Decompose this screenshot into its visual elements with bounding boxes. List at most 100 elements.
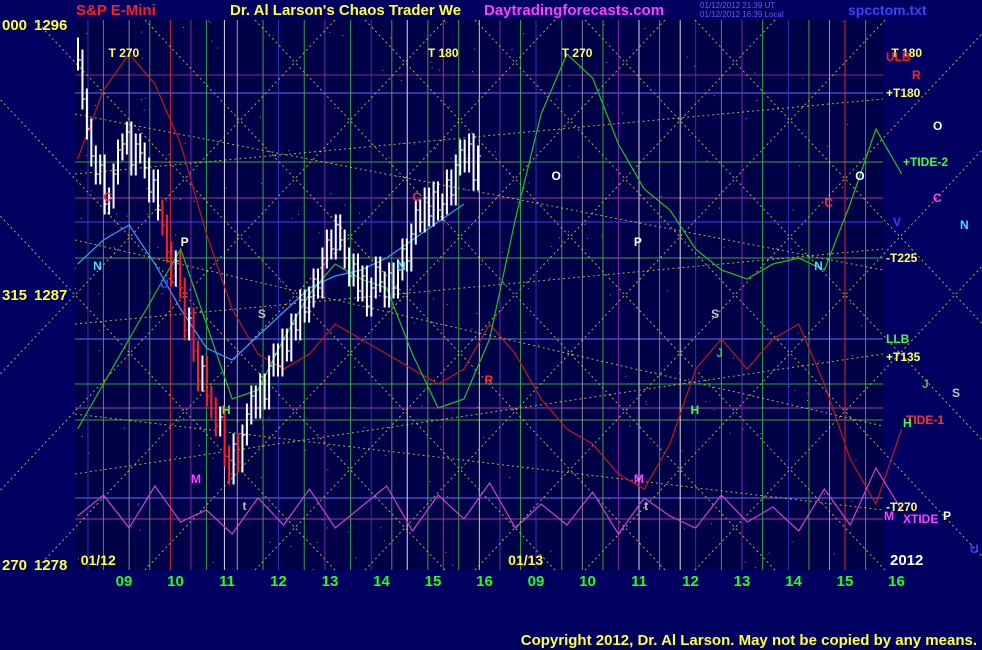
star: [353, 249, 355, 251]
star: [177, 420, 179, 422]
x-tick-label: 14: [373, 573, 390, 590]
star: [621, 112, 623, 114]
star: [225, 187, 227, 189]
event-label: J: [716, 346, 723, 360]
y-tick-price: 1296: [34, 17, 67, 34]
star: [760, 433, 762, 435]
star: [267, 506, 269, 508]
star: [439, 426, 441, 428]
site-label: Daytradingforecasts.com: [484, 2, 664, 19]
star: [511, 48, 513, 50]
x-tick-label: 10: [579, 573, 596, 590]
x-tick-label: 11: [631, 573, 647, 590]
event-label: C: [412, 190, 421, 204]
chaos-chart: CNPUHMStCNROPMtSJHNCO T 270 T 180 T 270 T 1…: [0, 0, 982, 650]
star: [116, 213, 118, 215]
star: [207, 20, 209, 22]
star: [344, 204, 346, 206]
star: [279, 280, 281, 282]
star: [807, 399, 809, 401]
star: [342, 35, 344, 37]
star: [210, 21, 212, 23]
star: [180, 198, 182, 200]
star: [733, 357, 735, 359]
star: [842, 186, 844, 188]
star: [550, 550, 552, 552]
x-tick-label: 11: [219, 573, 235, 590]
star: [562, 240, 564, 242]
right-label: +TIDE-2: [903, 155, 948, 169]
star: [123, 427, 125, 429]
star: [429, 292, 431, 294]
star: [98, 350, 100, 352]
star: [548, 262, 550, 264]
star: [742, 428, 744, 430]
star: [290, 546, 292, 548]
star: [775, 247, 777, 249]
right-label: P: [943, 509, 951, 523]
right-label: TIDE-1: [906, 413, 944, 427]
star: [471, 328, 473, 330]
star: [424, 388, 426, 390]
event-label: R: [485, 373, 494, 387]
star: [445, 22, 447, 24]
star: [172, 264, 174, 266]
star: [527, 287, 529, 289]
star: [138, 503, 140, 505]
star: [161, 293, 163, 295]
star: [291, 217, 293, 219]
star: [526, 468, 528, 470]
y-tick-angle: 000: [2, 17, 27, 34]
star: [826, 145, 828, 147]
star: [421, 405, 423, 407]
star: [852, 355, 854, 357]
star: [147, 564, 149, 566]
star: [754, 71, 756, 73]
star: [713, 95, 715, 97]
star: [237, 420, 239, 422]
star: [606, 62, 608, 64]
star: [545, 444, 547, 446]
event-label: U: [160, 277, 169, 291]
star: [172, 514, 174, 516]
star: [584, 223, 586, 225]
star: [268, 417, 270, 419]
y-tick-price: 1287: [34, 287, 67, 304]
star: [447, 496, 449, 498]
star: [327, 469, 329, 471]
star: [666, 290, 668, 292]
star: [833, 553, 835, 555]
x-tick-label: 15: [837, 573, 854, 590]
star: [300, 288, 302, 290]
right-label: LLB: [886, 332, 910, 346]
symbol-label: S&P E-Mini: [76, 2, 156, 19]
star: [501, 538, 503, 540]
star: [181, 409, 183, 411]
star: [388, 157, 390, 159]
x-tick-label: 13: [734, 573, 751, 590]
star: [846, 198, 848, 200]
right-label: S: [952, 386, 960, 400]
star: [450, 158, 452, 160]
y-tick-price: 1278: [34, 557, 67, 574]
star: [465, 189, 467, 191]
star: [382, 69, 384, 71]
star: [183, 418, 185, 420]
star: [141, 99, 143, 101]
star: [723, 246, 725, 248]
star: [166, 200, 168, 202]
star: [705, 401, 707, 403]
star: [603, 24, 605, 26]
star: [168, 154, 170, 156]
star: [261, 182, 263, 184]
star: [477, 406, 479, 408]
star: [494, 151, 496, 153]
x-tick-label: 10: [167, 573, 184, 590]
star: [75, 267, 77, 269]
star: [474, 48, 476, 50]
star: [755, 567, 757, 569]
event-label: M: [191, 472, 201, 486]
star: [551, 245, 553, 247]
event-label: S: [258, 307, 266, 321]
star: [681, 450, 683, 452]
